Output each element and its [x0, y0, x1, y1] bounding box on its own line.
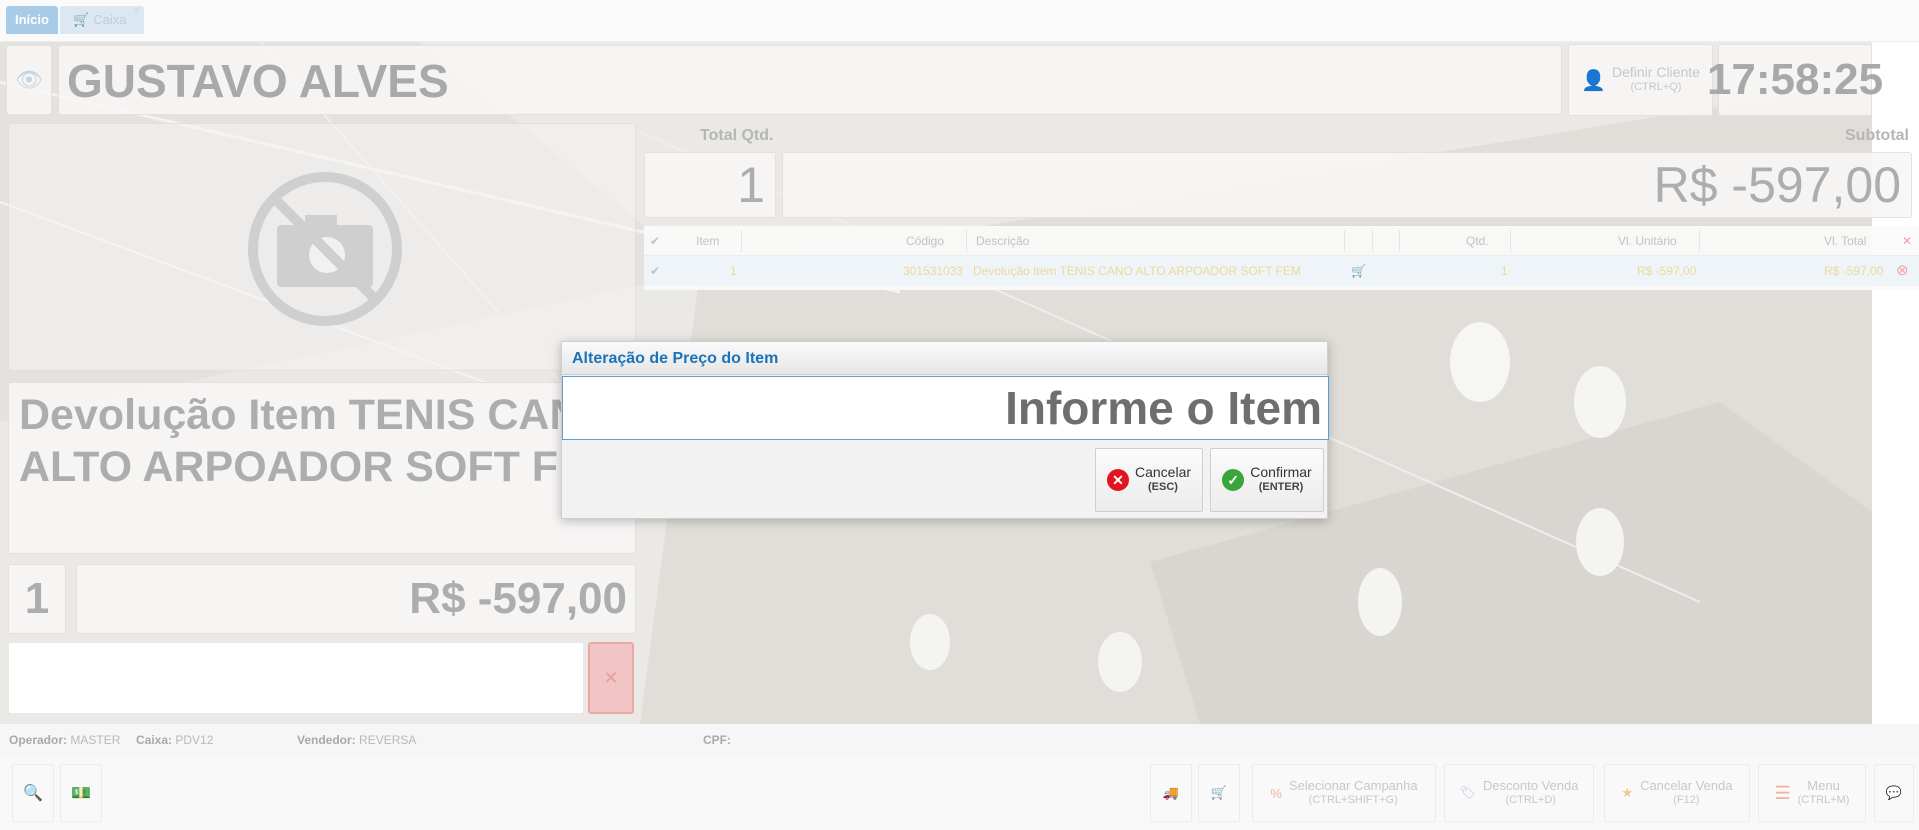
select-all-checkbox[interactable]: ✔: [650, 226, 660, 256]
caixa-label: Caixa:: [136, 733, 173, 747]
product-price: R$ -597,00: [76, 564, 636, 634]
cart-icon: 🛒: [73, 12, 90, 27]
cancel-button[interactable]: ✕ Cancelar (ESC): [1095, 448, 1203, 512]
close-icon[interactable]: ×: [134, 0, 140, 25]
delete-icon: ✕: [603, 667, 619, 688]
check-icon: ✓: [1222, 469, 1245, 491]
eye-icon: 👁: [15, 67, 43, 92]
desconto-venda-shortcut: (CTRL+D): [1505, 794, 1556, 806]
dialog-title: Alteração de Preço do Item: [562, 342, 1327, 375]
menu-button[interactable]: ☰ Menu (CTRL+M): [1758, 764, 1866, 822]
operador-value: MASTER: [70, 733, 121, 747]
table-row[interactable]: ✔ 1 301531033 Devolução Item TENIS CANO …: [644, 256, 1919, 286]
user-icon: 👤: [1581, 69, 1606, 92]
cpf-label: CPF:: [703, 733, 731, 747]
row-vl-unitario: R$ -597,00: [1637, 264, 1697, 278]
menu-label: Menu: [1807, 778, 1840, 793]
col-vl-unitario: Vl. Unitário: [1618, 234, 1677, 248]
define-client-shortcut: (CTRL+Q): [1630, 81, 1682, 93]
desconto-venda-button[interactable]: 🏷 Desconto Venda (CTRL+D): [1444, 764, 1594, 822]
cancelar-venda-shortcut: (F12): [1673, 794, 1700, 806]
define-client-label: Definir Cliente: [1611, 64, 1700, 80]
search-icon: 🔍: [23, 785, 43, 802]
selecionar-campanha-shortcut: (CTRL+SHIFT+G): [1308, 794, 1398, 806]
item-input[interactable]: [562, 376, 1329, 440]
col-descricao: Descrição: [976, 234, 1030, 248]
cancelar-venda-button[interactable]: ★ Cancelar Venda (F12): [1604, 764, 1750, 822]
price-change-dialog: Alteração de Preço do Item ✕ Cancelar(ES…: [561, 341, 1329, 519]
product-description: Devolução Item TENIS CANO ALTO ARPOADOR …: [8, 382, 636, 554]
return-cart-icon[interactable]: 🛒: [1351, 256, 1366, 286]
selecionar-campanha-button[interactable]: % Selecionar Campanha (CTRL+SHIFT+G): [1252, 764, 1436, 822]
remove-all-icon[interactable]: ✕: [1902, 226, 1912, 256]
row-vl-total: R$ -597,00: [1824, 264, 1884, 278]
clear-input-button[interactable]: ✕: [588, 642, 634, 714]
confirm-button[interactable]: ✓ Confirmar (ENTER): [1210, 448, 1324, 512]
chat-button[interactable]: 💬: [1874, 764, 1914, 822]
row-descricao: Devolução Item TENIS CANO ALTO ARPOADOR …: [973, 264, 1301, 278]
barcode-input[interactable]: [8, 642, 584, 714]
col-qtd: Qtd.: [1466, 234, 1489, 248]
tab-caixa[interactable]: 🛒 Caixa ×: [60, 5, 144, 34]
table-header: ✔ Item Código Descrição Qtd. Vl. Unitári…: [644, 226, 1919, 256]
no-photo-icon: [248, 172, 402, 326]
col-item: Item: [696, 234, 720, 248]
remove-row-icon[interactable]: ⊗: [1896, 256, 1909, 286]
tab-bar: Início 🛒 Caixa ×: [0, 0, 1919, 42]
row-qtd: 1: [1501, 264, 1508, 278]
status-bar: Operador: MASTER Caixa: PDV12 Vendedor: …: [0, 724, 1919, 754]
vendedor-label: Vendedor:: [297, 733, 356, 747]
money-icon: 💵: [71, 785, 91, 802]
row-checkbox[interactable]: ✔: [650, 256, 660, 286]
subtotal-value: R$ -597,00: [782, 152, 1912, 218]
selecionar-campanha-label: Selecionar Campanha: [1288, 778, 1418, 793]
discount-icon: 🏷: [1459, 785, 1477, 800]
subtotal-label: Subtotal: [1845, 127, 1909, 144]
row-item: 1: [730, 264, 737, 278]
tab-caixa-label: Caixa: [93, 12, 127, 27]
cart-add-button[interactable]: 🛒: [1198, 764, 1240, 822]
customer-name: GUSTAVO ALVES: [58, 45, 1562, 115]
row-codigo: 301531033: [903, 264, 964, 278]
operador-label: Operador:: [9, 733, 68, 747]
total-qty-value: 1: [644, 152, 776, 218]
caixa-value: PDV12: [175, 733, 214, 747]
menu-shortcut: (CTRL+M): [1797, 794, 1850, 806]
confirm-shortcut: (ENTER): [1258, 481, 1304, 493]
confirm-label: Confirmar: [1250, 464, 1312, 480]
product-photo: [8, 123, 636, 371]
hamburger-icon: ☰: [1774, 782, 1791, 803]
campaign-icon: %: [1270, 785, 1282, 801]
product-quantity: 1: [8, 564, 66, 634]
col-vl-total: Vl. Total: [1824, 234, 1867, 248]
define-client-button[interactable]: 👤 Definir Cliente (CTRL+Q): [1568, 44, 1713, 116]
clock: 17:58:25: [1707, 44, 1883, 116]
cancel-shortcut: (ESC): [1148, 481, 1178, 493]
total-qty-label: Total Qtd.: [700, 127, 774, 144]
col-codigo: Código: [906, 234, 945, 248]
cancel-sale-icon: ★: [1621, 785, 1634, 800]
tab-inicio[interactable]: Início: [6, 6, 58, 34]
footer-toolbar: 🔍 💵 🚚 🛒 % Selecionar Campanha (CTRL+SHIFT…: [0, 754, 1919, 830]
delivery-button[interactable]: 🚚: [1150, 764, 1192, 822]
visibility-toggle-button[interactable]: 👁: [6, 45, 52, 115]
search-button[interactable]: 🔍: [12, 764, 54, 822]
vendedor-value: REVERSA: [359, 733, 417, 747]
cart-add-icon: 🛒: [1210, 785, 1228, 800]
cancel-icon: ✕: [1106, 469, 1129, 491]
items-table: ✔ Item Código Descrição Qtd. Vl. Unitári…: [644, 226, 1919, 290]
cancelar-venda-label: Cancelar Venda: [1640, 778, 1733, 793]
chat-icon: 💬: [1885, 785, 1903, 800]
desconto-venda-label: Desconto Venda: [1483, 778, 1579, 793]
money-button[interactable]: 💵: [60, 764, 102, 822]
cancel-label: Cancelar: [1134, 464, 1192, 480]
delivery-icon: 🚚: [1162, 785, 1180, 800]
